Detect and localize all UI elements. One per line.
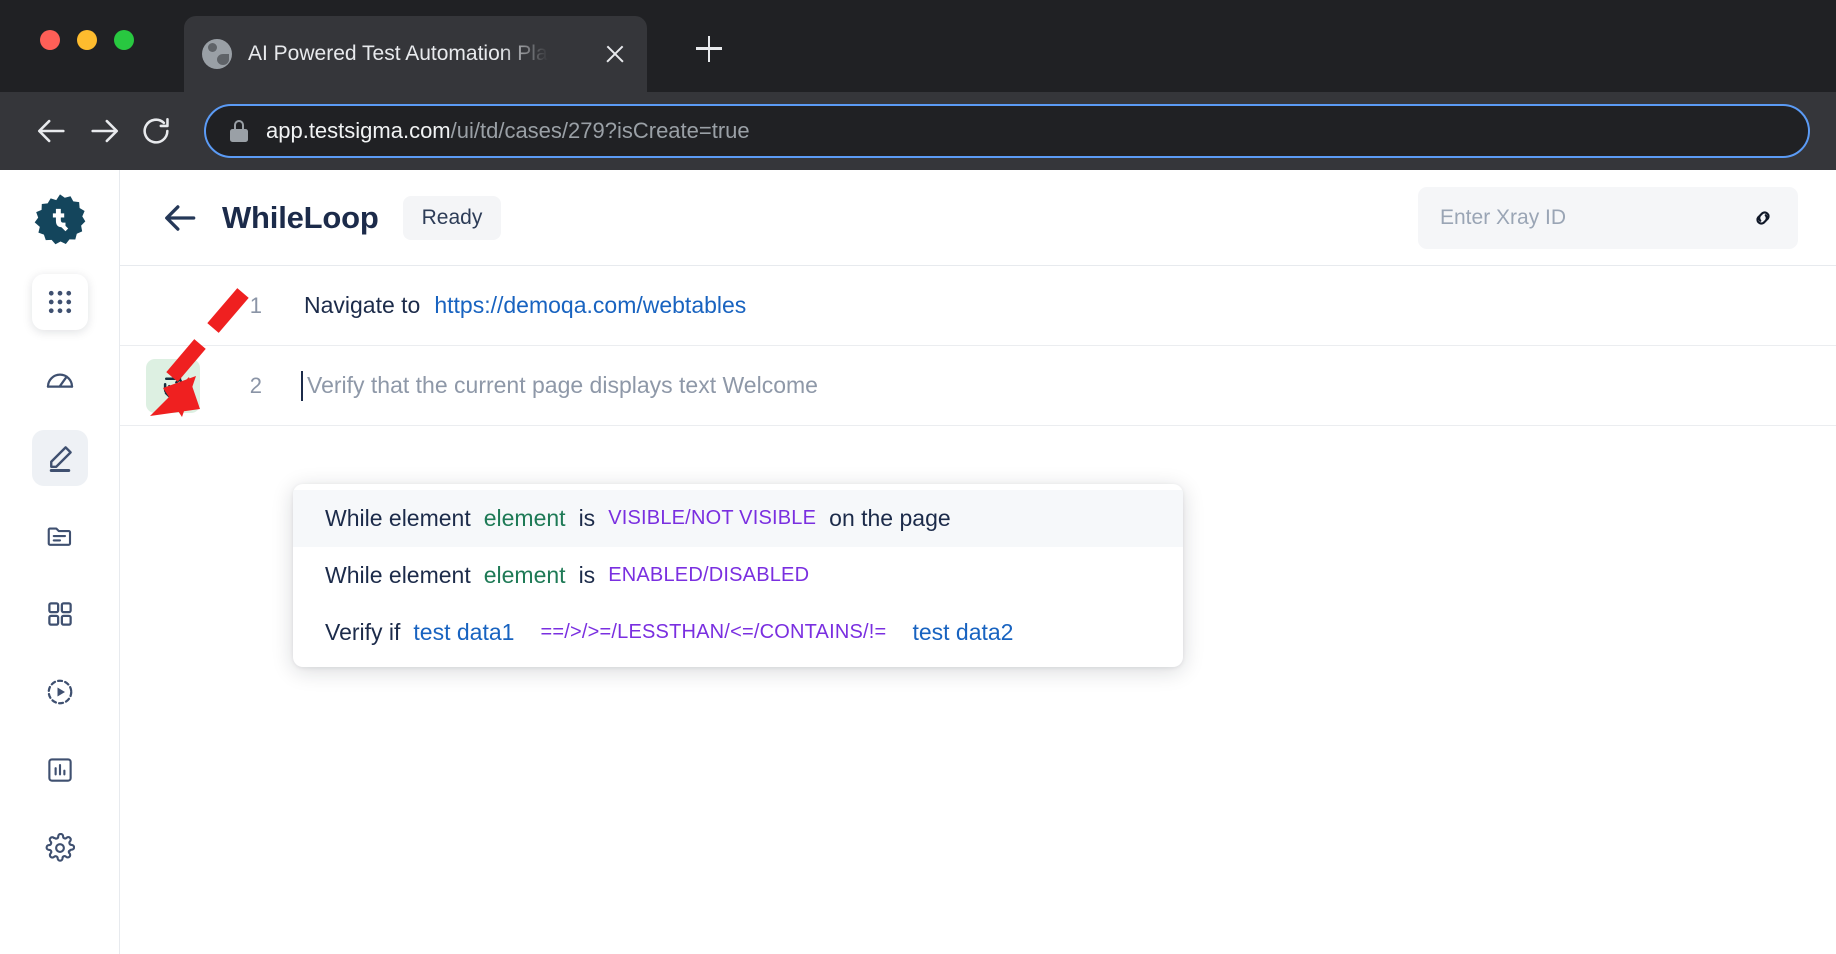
testsigma-logo[interactable] bbox=[32, 192, 88, 248]
suggestion-part-operator: ==/>/>=/LESSTHAN/<=/CONTAINS/!= bbox=[540, 621, 887, 643]
step-input-placeholder[interactable]: Verify that the current page displays te… bbox=[301, 370, 818, 401]
suggestion-part-operator: ENABLED/DISABLED bbox=[608, 564, 810, 586]
suggestion-part-testdata2: test data2 bbox=[912, 619, 1014, 645]
back-arrow-icon[interactable] bbox=[26, 105, 78, 157]
link-icon[interactable] bbox=[1750, 205, 1776, 231]
bar-chart-icon bbox=[47, 758, 72, 782]
sidebar-item-test-plans[interactable] bbox=[32, 508, 88, 564]
step-number: 1 bbox=[249, 292, 262, 318]
url-path: /ui/td/cases/279?isCreate=true bbox=[450, 118, 750, 143]
browser-tab-strip: AI Powered Test Automation Pla bbox=[0, 0, 1836, 92]
window-controls bbox=[40, 30, 134, 50]
suggestion-part-text: on the page bbox=[829, 505, 951, 531]
address-bar[interactable]: app.testsigma.com/ui/td/cases/279?isCrea… bbox=[204, 104, 1810, 158]
xray-id-field[interactable] bbox=[1418, 186, 1798, 249]
step-url-value[interactable]: https://demoqa.com/webtables bbox=[434, 292, 746, 318]
globe-icon bbox=[202, 39, 232, 69]
new-tab-button[interactable] bbox=[686, 26, 732, 72]
minimize-window-button[interactable] bbox=[77, 30, 97, 50]
step-action-label: Navigate to bbox=[304, 292, 421, 318]
suggestion-part-text: While element bbox=[325, 562, 471, 588]
browser-window: AI Powered Test Automation Pla app.tests… bbox=[0, 0, 1836, 954]
sidebar-item-settings[interactable] bbox=[32, 820, 88, 876]
browser-tab-title: AI Powered Test Automation Pla bbox=[248, 42, 548, 65]
grid-squares-icon bbox=[47, 602, 72, 626]
step-placeholder-text: Verify that the current page displays te… bbox=[307, 372, 818, 398]
speedometer-icon bbox=[46, 373, 73, 388]
suggestion-part-text: is bbox=[578, 505, 596, 531]
suggestion-item[interactable]: While element element is VISIBLE/NOT VIS… bbox=[293, 490, 1183, 547]
suggestion-part-text: is bbox=[578, 562, 596, 588]
suggestion-part-testdata1: test data1 bbox=[413, 619, 515, 645]
close-window-button[interactable] bbox=[40, 30, 60, 50]
play-circle-icon bbox=[47, 679, 72, 705]
suggestion-item[interactable]: Verify if test data1 ==/>/>=/LESSTHAN/<=… bbox=[293, 604, 1183, 661]
sidebar-item-dashboard[interactable] bbox=[32, 352, 88, 408]
address-bar-url: app.testsigma.com/ui/td/cases/279?isCrea… bbox=[266, 118, 750, 144]
suggestion-part-element: element bbox=[483, 505, 566, 531]
xray-id-input[interactable] bbox=[1440, 205, 1750, 230]
close-icon[interactable] bbox=[601, 40, 629, 68]
step-number: 2 bbox=[249, 372, 262, 398]
suggestion-part-text: While element bbox=[325, 505, 471, 531]
sidebar-item-create-tests[interactable] bbox=[31, 430, 88, 486]
browser-toolbar: app.testsigma.com/ui/td/cases/279?isCrea… bbox=[0, 92, 1836, 170]
suggestion-part-operator: VISIBLE/NOT VISIBLE bbox=[608, 507, 817, 529]
suggestion-item[interactable]: While element element is ENABLED/DISABLE… bbox=[293, 547, 1183, 604]
step-text: Navigate to https://demoqa.com/webtables bbox=[304, 292, 746, 319]
page-title: WhileLoop bbox=[222, 199, 379, 235]
nlp-suggestions-dropdown[interactable]: While element element is VISIBLE/NOT VIS… bbox=[293, 484, 1183, 667]
test-step-row-1[interactable]: 1 Navigate to https://demoqa.com/webtable… bbox=[120, 266, 1836, 346]
reload-icon[interactable] bbox=[130, 105, 182, 157]
step-gutter bbox=[144, 346, 216, 425]
url-host: app.testsigma.com bbox=[266, 118, 451, 143]
forward-arrow-icon[interactable] bbox=[78, 105, 130, 157]
back-arrow-icon[interactable] bbox=[162, 199, 200, 237]
test-step-row-2[interactable]: 2 Verify that the current page displays … bbox=[120, 346, 1836, 426]
sidebar-item-test-suites[interactable] bbox=[32, 586, 88, 642]
left-sidebar bbox=[0, 170, 120, 954]
suggestion-part-element: element bbox=[483, 562, 566, 588]
sidebar-item-apps-grid[interactable] bbox=[31, 274, 88, 330]
page-header: WhileLoop Ready bbox=[120, 170, 1836, 266]
apps-grid-icon bbox=[48, 290, 71, 314]
lock-icon bbox=[230, 120, 248, 142]
browser-tab[interactable]: AI Powered Test Automation Pla bbox=[184, 16, 647, 92]
gear-icon bbox=[45, 833, 75, 862]
step-gutter bbox=[144, 266, 216, 345]
pencil-icon bbox=[49, 446, 72, 472]
sidebar-item-reports[interactable] bbox=[32, 742, 88, 798]
maximize-window-button[interactable] bbox=[114, 30, 134, 50]
text-caret bbox=[301, 370, 303, 401]
folder-icon bbox=[47, 527, 71, 546]
status-badge: Ready bbox=[402, 195, 502, 240]
sidebar-item-runs[interactable] bbox=[32, 664, 88, 720]
suggestion-part-text: Verify if bbox=[325, 619, 401, 645]
loop-icon[interactable] bbox=[146, 358, 200, 413]
